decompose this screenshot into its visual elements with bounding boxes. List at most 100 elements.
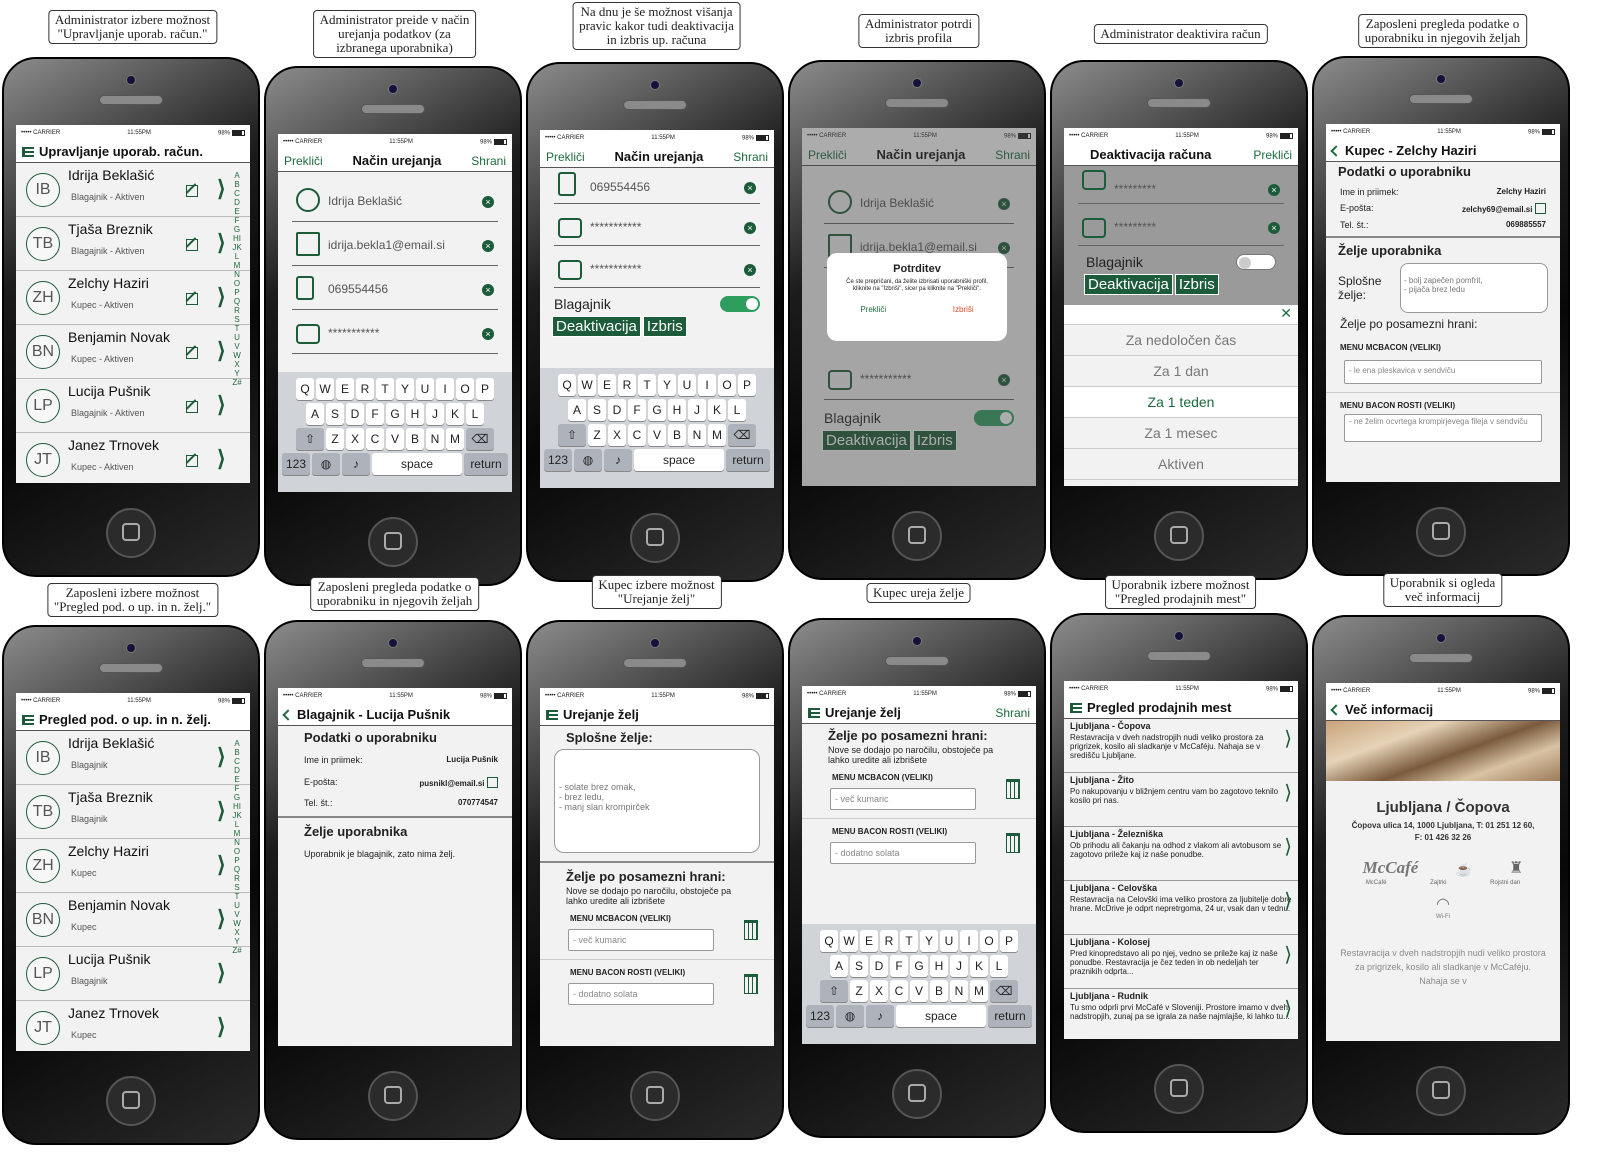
backspace-icon[interactable]: ⌫: [466, 428, 494, 450]
key[interactable]: Z: [326, 428, 344, 450]
menu-wish-input[interactable]: - več kumaric: [830, 788, 976, 810]
shift-icon[interactable]: ⇧: [296, 428, 324, 450]
clear-icon[interactable]: ×: [744, 182, 756, 194]
alphabet-index[interactable]: ABCDEFGHIJKLMNOPQRSTUVWXYZ#: [232, 171, 242, 387]
space-key[interactable]: space: [896, 1005, 986, 1027]
chevron-right-icon[interactable]: ⟩: [1284, 999, 1292, 1019]
key[interactable]: S: [850, 955, 868, 977]
chevron-right-icon[interactable]: ⟩: [217, 960, 226, 986]
key[interactable]: G: [648, 399, 666, 421]
key[interactable]: C: [628, 424, 646, 446]
close-icon[interactable]: ✕: [1064, 305, 1298, 325]
key[interactable]: Y: [396, 378, 414, 400]
key[interactable]: O: [718, 374, 736, 396]
key[interactable]: S: [588, 399, 606, 421]
save-button[interactable]: Shrani: [995, 706, 1030, 720]
key[interactable]: I: [698, 374, 716, 396]
key[interactable]: T: [900, 930, 918, 952]
location-item[interactable]: Ljubljana - Celovška Restavracija na Celo…: [1064, 881, 1298, 935]
key[interactable]: E: [860, 930, 878, 952]
numbers-key[interactable]: 123: [282, 453, 310, 475]
key[interactable]: Q: [558, 374, 576, 396]
key[interactable]: L: [466, 403, 484, 425]
key[interactable]: E: [336, 378, 354, 400]
key[interactable]: M: [970, 980, 988, 1002]
user-row[interactable]: LP Lucija Pušnik Blagajnik - Aktiven ⟩: [16, 379, 250, 433]
globe-icon[interactable]: ◍: [312, 453, 340, 475]
backspace-icon[interactable]: ⌫: [990, 980, 1018, 1002]
shift-icon[interactable]: ⇧: [820, 980, 848, 1002]
key[interactable]: J: [426, 403, 444, 425]
edit-icon[interactable]: [186, 293, 198, 305]
key[interactable]: R: [618, 374, 636, 396]
menu-wish-input[interactable]: - le ena pleskavica v sendviču: [1344, 360, 1542, 384]
key[interactable]: L: [728, 399, 746, 421]
chevron-right-icon[interactable]: ⟩: [1284, 783, 1292, 803]
user-row[interactable]: IB Idrija Beklašić Blagajnik - Aktiven ⟩: [16, 163, 250, 217]
deactivation-option[interactable]: Za nedoločen čas: [1064, 325, 1298, 356]
key[interactable]: D: [608, 399, 626, 421]
shift-icon[interactable]: ⇧: [558, 424, 586, 446]
key[interactable]: W: [578, 374, 596, 396]
chevron-right-icon[interactable]: ⟩: [217, 338, 226, 364]
edit-icon[interactable]: [186, 455, 198, 467]
delete-button[interactable]: Izbris: [642, 316, 687, 337]
return-key[interactable]: return: [464, 453, 508, 475]
trash-icon[interactable]: [1006, 833, 1020, 853]
home-button[interactable]: [892, 1069, 942, 1119]
user-row[interactable]: ZH Zelchy Haziri Kupec - Aktiven ⟩: [16, 271, 250, 325]
key[interactable]: G: [386, 403, 404, 425]
clear-icon[interactable]: ×: [482, 284, 494, 296]
trash-icon[interactable]: [744, 920, 758, 940]
key[interactable]: P: [476, 378, 494, 400]
return-key[interactable]: return: [726, 449, 770, 471]
key[interactable]: A: [830, 955, 848, 977]
edit-icon[interactable]: [1535, 203, 1546, 214]
key[interactable]: Z: [850, 980, 868, 1002]
key[interactable]: M: [708, 424, 726, 446]
user-row[interactable]: JT Janez Trnovek Kupec ⟩: [16, 1001, 250, 1051]
clear-icon[interactable]: ×: [482, 196, 494, 208]
back-icon[interactable]: [1330, 145, 1342, 157]
chevron-right-icon[interactable]: ⟩: [217, 446, 226, 472]
clear-icon[interactable]: ×: [1268, 222, 1280, 234]
deactivation-option[interactable]: Aktiven: [1064, 449, 1298, 480]
home-button[interactable]: [892, 511, 942, 561]
password-field[interactable]: *********** ×: [292, 310, 498, 354]
cancel-button[interactable]: Prekliči: [284, 154, 323, 168]
key[interactable]: U: [416, 378, 434, 400]
location-item[interactable]: Ljubljana - Rudnik Tu smo odprli prvi McC…: [1064, 989, 1298, 1039]
key[interactable]: T: [376, 378, 394, 400]
chevron-right-icon[interactable]: ⟩: [1284, 729, 1292, 749]
microphone-icon[interactable]: ♪: [604, 449, 632, 471]
home-button[interactable]: [106, 508, 156, 558]
key[interactable]: G: [910, 955, 928, 977]
menu-wish-input[interactable]: - več kumaric: [568, 929, 714, 951]
home-button[interactable]: [1154, 1064, 1204, 1114]
user-row[interactable]: BN Benjamin Novak Kupec - Aktiven ⟩: [16, 325, 250, 379]
general-wishes-textarea[interactable]: - solate brez omak, - brez ledu, - manj …: [554, 749, 760, 853]
chevron-right-icon[interactable]: ⟩: [217, 176, 226, 202]
delete-button[interactable]: Izbris: [1174, 274, 1219, 295]
alphabet-index[interactable]: ABCDEFGHIJKLMNOPQRSTUVWXYZ#: [232, 739, 242, 955]
key[interactable]: N: [426, 428, 444, 450]
key[interactable]: Q: [820, 930, 838, 952]
key[interactable]: Z: [588, 424, 606, 446]
back-icon[interactable]: [282, 709, 294, 721]
menu-wish-input[interactable]: - dodatno solata: [830, 842, 976, 864]
key[interactable]: M: [446, 428, 464, 450]
phone-field[interactable]: 069554456 ×: [554, 168, 760, 204]
home-button[interactable]: [368, 517, 418, 567]
role-toggle[interactable]: [1236, 254, 1276, 270]
chevron-right-icon[interactable]: ⟩: [217, 230, 226, 256]
home-button[interactable]: [368, 1071, 418, 1121]
numbers-key[interactable]: 123: [806, 1005, 834, 1027]
password-confirm-field[interactable]: ********* ×: [1078, 204, 1284, 246]
key[interactable]: K: [708, 399, 726, 421]
menu-icon[interactable]: [22, 147, 34, 157]
backspace-icon[interactable]: ⌫: [728, 424, 756, 446]
cancel-button[interactable]: Prekliči: [1253, 148, 1292, 162]
key[interactable]: J: [688, 399, 706, 421]
key[interactable]: E: [598, 374, 616, 396]
space-key[interactable]: space: [372, 453, 462, 475]
